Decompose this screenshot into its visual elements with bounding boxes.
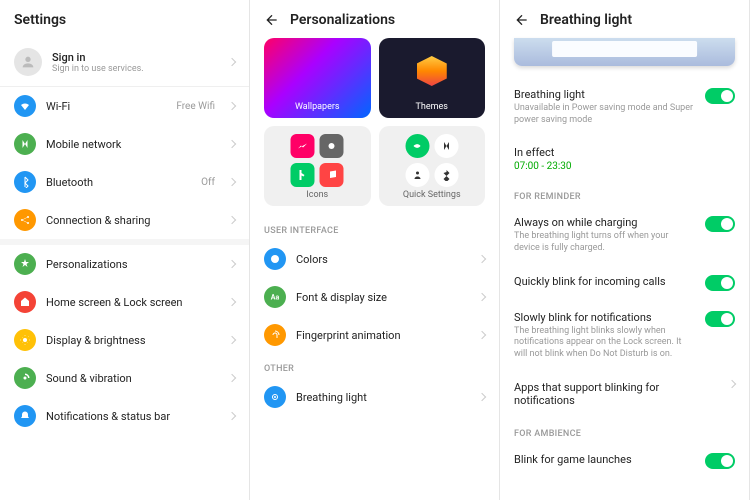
display-icon [14,329,36,351]
toggle-switch[interactable] [705,311,735,327]
row-fingerprint-animation[interactable]: Fingerprint animation [250,316,499,354]
breathing-light-panel: Breathing light Breathing light Unavaila… [500,0,750,500]
row-value: Free Wifi [176,101,215,112]
chevron-right-icon [228,216,236,224]
wifi-icon [14,95,36,117]
toggle-switch[interactable] [705,275,735,291]
breathe-icon [264,386,286,408]
chevron-right-icon [478,255,486,263]
row-label: Home screen & Lock screen [46,296,219,309]
row-connection-sharing[interactable]: Connection & sharing [0,201,249,239]
for-ambience-section: FOR AMBIENCE [500,419,749,443]
bluetooth-icon [14,171,36,193]
chevron-right-icon [228,178,236,186]
row-notifications-status-bar[interactable]: Notifications & status bar [0,397,249,435]
notif-icon [14,405,36,427]
row-font-display-size[interactable]: Aa Font & display size [250,278,499,316]
signin-sub: Sign in to use services. [52,64,219,74]
chevron-right-icon [228,260,236,268]
row-bluetooth[interactable]: Bluetooth Off [0,163,249,201]
themes-tile[interactable]: Themes [379,38,486,118]
settings-title: Settings [0,0,249,38]
row-label: Wi-Fi [46,100,166,113]
chevron-right-icon [228,374,236,382]
row-home-screen-lock-screen[interactable]: Home screen & Lock screen [0,283,249,321]
chevron-right-icon [228,58,236,66]
back-button[interactable] [514,12,530,28]
signin-title: Sign in [52,51,219,64]
for-reminder-section: FOR REMINDER [500,182,749,206]
row-wi-fi[interactable]: Wi-Fi Free Wifi [0,87,249,125]
colors-icon [264,248,286,270]
effect-time: 07:00 - 23:30 [514,161,735,172]
row-label: Colors [296,253,469,266]
row-label: Connection & sharing [46,214,219,227]
back-button[interactable] [264,12,280,28]
sound-icon [14,367,36,389]
row-blink-for-game-launches[interactable]: Blink for game launches [500,443,749,479]
wallpapers-tile[interactable]: Wallpapers [264,38,371,118]
row-personalizations[interactable]: Personalizations [0,245,249,283]
signin-row[interactable]: Sign in Sign in to use services. [0,38,249,87]
row-slowly-blink-for-notifications[interactable]: Slowly blink for notifications The breat… [500,301,749,371]
row-label: Mobile network [46,138,219,151]
row-display-brightness[interactable]: Display & brightness [0,321,249,359]
row-label: Display & brightness [46,334,219,347]
row-mobile-network[interactable]: Mobile network [0,125,249,163]
chevron-right-icon [228,298,236,306]
breathing-light-toggle-row[interactable]: Breathing light Unavailable in Power sav… [500,78,749,136]
mobile-icon [14,133,36,155]
icons-tile[interactable]: Icons [264,126,371,206]
row-value: Off [201,177,215,188]
row-breathing-light[interactable]: Breathing light [250,378,499,416]
settings-panel: Settings Sign in Sign in to use services… [0,0,250,500]
chevron-right-icon [228,140,236,148]
row-label: Notifications & status bar [46,410,219,423]
avatar-icon [14,48,42,76]
user-interface-section: USER INTERFACE [250,216,499,240]
share-icon [14,209,36,231]
row-label: Personalizations [46,258,219,271]
personalizations-title: Personalizations [290,12,395,28]
home-icon [14,291,36,313]
personalize-icon [14,253,36,275]
row-quickly-blink-for-incoming-calls[interactable]: Quickly blink for incoming calls [500,265,749,301]
row-always-on-while-charging[interactable]: Always on while charging The breathing l… [500,206,749,264]
row-label: Breathing light [296,391,469,404]
chevron-right-icon [228,102,236,110]
toggle-switch[interactable] [705,88,735,104]
toggle-switch[interactable] [705,453,735,469]
toggle-switch[interactable] [705,216,735,232]
breathing-title: Breathing light [540,12,632,28]
quick-settings-tile[interactable]: Quick Settings [379,126,486,206]
personalizations-panel: Personalizations Wallpapers Themes Icons… [250,0,500,500]
row-colors[interactable]: Colors [250,240,499,278]
chevron-right-icon [478,293,486,301]
font-icon: Aa [264,286,286,308]
row-apps-that-support-blinking-for-notifications[interactable]: Apps that support blinking for notificat… [500,371,749,419]
svg-text:Aa: Aa [271,294,280,302]
chevron-right-icon [478,393,486,401]
row-label: Font & display size [296,291,469,304]
finger-icon [264,324,286,346]
breathing-preview-image [514,38,735,66]
chevron-right-icon [228,336,236,344]
chevron-right-icon [728,380,736,388]
row-sound-vibration[interactable]: Sound & vibration [0,359,249,397]
in-effect-row[interactable]: In effect 07:00 - 23:30 [500,136,749,182]
row-label: Bluetooth [46,176,191,189]
row-label: Sound & vibration [46,372,219,385]
row-label: Fingerprint animation [296,329,469,342]
chevron-right-icon [478,331,486,339]
other-section: OTHER [250,354,499,378]
chevron-right-icon [228,412,236,420]
